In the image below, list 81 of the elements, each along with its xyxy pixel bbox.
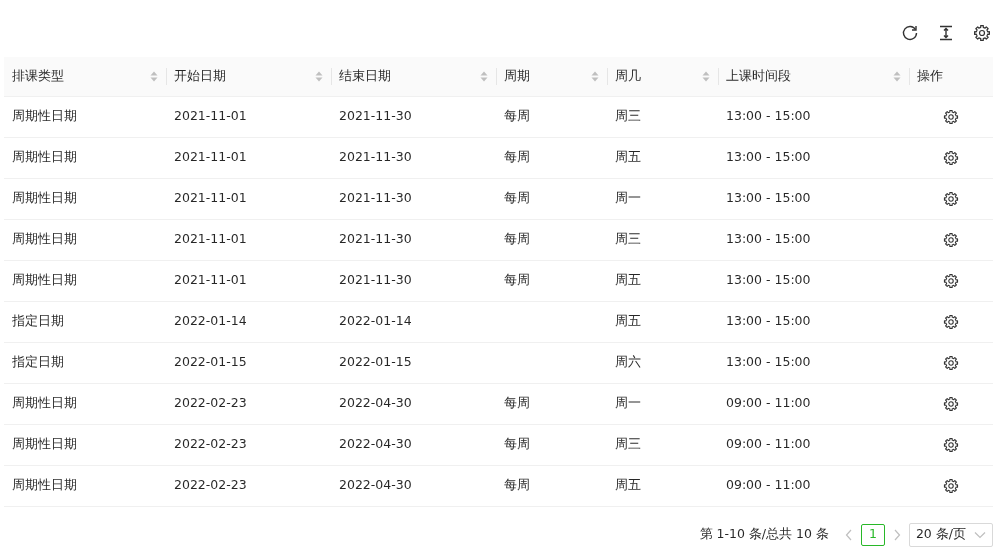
table-cell: 周期性日期 bbox=[12, 272, 77, 288]
column-header[interactable]: 周几 bbox=[615, 66, 641, 86]
table-cell: 2022-02-23 bbox=[174, 477, 247, 493]
table-cell: 09:00 - 11:00 bbox=[726, 395, 811, 411]
table-cell: 每周 bbox=[504, 108, 530, 124]
table-cell: 每周 bbox=[504, 231, 530, 247]
table-cell: 周期性日期 bbox=[12, 436, 77, 452]
table-cell: 13:00 - 15:00 bbox=[726, 354, 811, 370]
table-cell: 指定日期 bbox=[12, 313, 64, 329]
table-cell: 周六 bbox=[615, 354, 641, 370]
table-cell: 每周 bbox=[504, 149, 530, 165]
table-cell: 周期性日期 bbox=[12, 108, 77, 124]
table-cell: 09:00 - 11:00 bbox=[726, 477, 811, 493]
settings-icon[interactable] bbox=[943, 149, 959, 166]
chevron-down-icon bbox=[974, 530, 986, 539]
table-cell: 2021-11-30 bbox=[339, 190, 412, 206]
settings-icon[interactable] bbox=[943, 354, 959, 371]
settings-icon[interactable] bbox=[943, 272, 959, 289]
table-cell: 2021-11-30 bbox=[339, 108, 412, 124]
table-cell: 周五 bbox=[615, 477, 641, 493]
table-cell: 周期性日期 bbox=[12, 477, 77, 493]
table-cell: 2022-01-14 bbox=[174, 313, 247, 329]
settings-icon[interactable] bbox=[943, 395, 959, 412]
table-cell: 周五 bbox=[615, 149, 641, 165]
table-cell: 2022-04-30 bbox=[339, 436, 412, 452]
table-cell: 每周 bbox=[504, 477, 530, 493]
column-header[interactable]: 周期 bbox=[504, 66, 530, 86]
table-cell: 13:00 - 15:00 bbox=[726, 190, 811, 206]
settings-icon[interactable] bbox=[943, 231, 959, 248]
table-cell: 2021-11-01 bbox=[174, 231, 247, 247]
table-cell: 周三 bbox=[615, 436, 641, 452]
table-cell: 周三 bbox=[615, 231, 641, 247]
table-cell: 2022-01-15 bbox=[339, 354, 412, 370]
table-cell: 2021-11-30 bbox=[339, 149, 412, 165]
row-height-icon[interactable] bbox=[937, 23, 955, 42]
settings-icon[interactable] bbox=[943, 477, 959, 494]
table-cell: 每周 bbox=[504, 395, 530, 411]
column-header[interactable]: 排课类型 bbox=[12, 66, 64, 86]
table-cell: 13:00 - 15:00 bbox=[726, 231, 811, 247]
table-cell: 2021-11-30 bbox=[339, 272, 412, 288]
table-cell: 13:00 - 15:00 bbox=[726, 149, 811, 165]
refresh-icon[interactable] bbox=[901, 23, 919, 42]
table-cell: 2021-11-30 bbox=[339, 231, 412, 247]
table-cell: 2021-11-01 bbox=[174, 149, 247, 165]
page-size-select[interactable]: 20 条/页 bbox=[908, 522, 993, 547]
settings-icon[interactable] bbox=[943, 190, 959, 207]
column-header[interactable]: 上课时间段 bbox=[726, 66, 791, 86]
settings-icon[interactable] bbox=[943, 436, 959, 453]
table-cell: 周五 bbox=[615, 272, 641, 288]
table-cell: 2021-11-01 bbox=[174, 108, 247, 124]
table-cell: 2022-01-15 bbox=[174, 354, 247, 370]
column-header[interactable]: 结束日期 bbox=[339, 66, 391, 86]
table-cell: 周期性日期 bbox=[12, 231, 77, 247]
table-cell: 2022-04-30 bbox=[339, 477, 412, 493]
table-cell: 2022-02-23 bbox=[174, 395, 247, 411]
table-cell: 2021-11-01 bbox=[174, 190, 247, 206]
table-cell: 周期性日期 bbox=[12, 395, 77, 411]
settings-icon[interactable] bbox=[943, 313, 959, 330]
table-cell: 每周 bbox=[504, 436, 530, 452]
table-cell: 每周 bbox=[504, 190, 530, 206]
settings-icon[interactable] bbox=[943, 108, 959, 125]
table-cell: 周一 bbox=[615, 190, 641, 206]
table-cell: 2021-11-01 bbox=[174, 272, 247, 288]
page-summary: 第 1-10 条/总共 10 条 bbox=[699, 525, 829, 544]
table-cell: 每周 bbox=[504, 272, 530, 288]
table-cell: 09:00 - 11:00 bbox=[726, 436, 811, 452]
table-cell: 13:00 - 15:00 bbox=[726, 272, 811, 288]
table-cell: 周三 bbox=[615, 108, 641, 124]
column-header[interactable]: 开始日期 bbox=[174, 66, 226, 86]
table-cell: 2022-04-30 bbox=[339, 395, 412, 411]
table-cell: 周一 bbox=[615, 395, 641, 411]
column-header[interactable]: 操作 bbox=[917, 66, 943, 86]
table-cell: 周期性日期 bbox=[12, 190, 77, 206]
table-cell: 周五 bbox=[615, 313, 641, 329]
table-cell: 13:00 - 15:00 bbox=[726, 108, 811, 124]
table-cell: 2022-02-23 bbox=[174, 436, 247, 452]
table-cell: 13:00 - 15:00 bbox=[726, 313, 811, 329]
settings-icon[interactable] bbox=[973, 23, 991, 42]
table-cell: 2022-01-14 bbox=[339, 313, 412, 329]
table-cell: 周期性日期 bbox=[12, 149, 77, 165]
table-cell: 指定日期 bbox=[12, 354, 64, 370]
